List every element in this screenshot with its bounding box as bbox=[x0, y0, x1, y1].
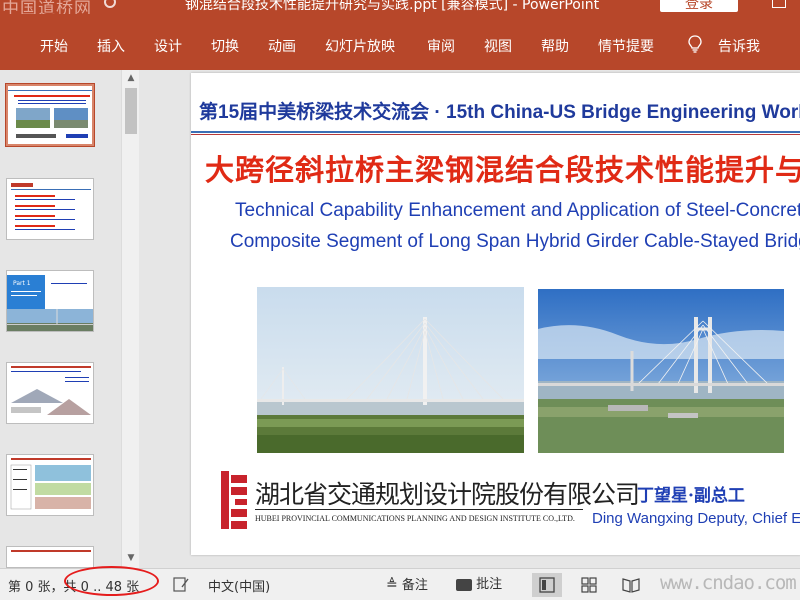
bridge-photo-right bbox=[538, 289, 784, 453]
restore-icon[interactable] bbox=[772, 0, 786, 8]
tab-storyboarding[interactable]: 情节提要 bbox=[598, 36, 654, 56]
slide-canvas[interactable]: 第15届中美桥梁技术交流会 · 15th China-US Bridge Eng… bbox=[191, 73, 800, 555]
bridge-photo-left bbox=[257, 287, 524, 453]
login-button[interactable]: 登录 bbox=[660, 0, 738, 12]
header-rule-red bbox=[191, 134, 800, 135]
company-logo-icon bbox=[221, 471, 247, 529]
reading-view-icon bbox=[622, 578, 640, 593]
notes-label: 备注 bbox=[401, 578, 428, 593]
comment-icon bbox=[456, 578, 472, 591]
tab-home[interactable]: 开始 bbox=[40, 36, 68, 56]
autosave-icon[interactable] bbox=[104, 0, 116, 8]
watermark-url: www.cndao.com bbox=[660, 572, 797, 594]
slide-thumbnail-6[interactable] bbox=[6, 546, 94, 568]
spellcheck-icon[interactable] bbox=[172, 575, 190, 593]
tab-design[interactable]: 设计 bbox=[154, 36, 182, 56]
thumbnails-scrollbar[interactable]: ▲ ▼ bbox=[121, 70, 139, 568]
organization-rule bbox=[255, 509, 583, 510]
slide-title-english-line2: Composite Segment of Long Span Hybrid Gi… bbox=[230, 231, 800, 252]
organization-name-english: HUBEI PROVINCIAL COMMUNICATIONS PLANNING… bbox=[255, 514, 575, 523]
organization-name-chinese: 湖北省交通规划设计院股份有限公司 bbox=[255, 480, 640, 509]
slide-thumbnails-pane: Part 1 ▲ ▼ bbox=[0, 70, 143, 568]
scrollbar-thumb[interactable] bbox=[125, 88, 137, 134]
window-title: 钢混结合段技术性能提升研究与实践.ppt [兼容模式] - PowerPoint bbox=[185, 0, 600, 13]
slide-thumbnail-4[interactable] bbox=[6, 362, 94, 424]
tab-insert[interactable]: 插入 bbox=[97, 36, 125, 56]
slide-thumbnail-5[interactable] bbox=[6, 454, 94, 516]
slide-header-text: 第15届中美桥梁技术交流会 · 15th China-US Bridge Eng… bbox=[199, 102, 800, 123]
tab-view[interactable]: 视图 bbox=[484, 36, 512, 56]
comments-label: 批注 bbox=[476, 577, 503, 592]
ribbon-tabs: 开始 插入 设计 切换 动画 幻灯片放映 审阅 视图 帮助 情节提要 告诉我 bbox=[0, 14, 800, 70]
author-name-english: Ding Wangxing Deputy, Chief Engineer bbox=[592, 510, 800, 527]
tab-transitions[interactable]: 切换 bbox=[211, 36, 239, 56]
notes-button[interactable]: ≜ 备注 bbox=[386, 573, 428, 597]
slide-thumbnail-2[interactable] bbox=[6, 178, 94, 240]
language-indicator[interactable]: 中文(中国) bbox=[208, 576, 270, 595]
slide-editor: 第15届中美桥梁技术交流会 · 15th China-US Bridge Eng… bbox=[143, 70, 800, 568]
slide-thumbnail-3[interactable]: Part 1 bbox=[6, 270, 94, 332]
svg-text:Part 1: Part 1 bbox=[13, 280, 31, 287]
header-rule bbox=[191, 131, 800, 133]
scroll-up-icon[interactable]: ▲ bbox=[122, 70, 140, 86]
scroll-down-icon[interactable]: ▼ bbox=[122, 550, 140, 566]
title-bar: 中国道桥网 钢混结合段技术性能提升研究与实践.ppt [兼容模式] - Powe… bbox=[0, 0, 800, 14]
reading-view-button[interactable] bbox=[616, 573, 646, 597]
watermark-text: 中国道桥网 bbox=[2, 0, 92, 14]
tab-help[interactable]: 帮助 bbox=[541, 36, 569, 56]
tab-animations[interactable]: 动画 bbox=[268, 36, 296, 56]
annotation-ellipse bbox=[64, 566, 159, 596]
lightbulb-icon[interactable] bbox=[688, 35, 702, 53]
notes-icon: ≜ bbox=[386, 577, 398, 593]
slide-thumbnail-1[interactable] bbox=[5, 83, 95, 147]
normal-view-icon bbox=[539, 577, 555, 593]
slide-sorter-icon bbox=[581, 577, 597, 593]
normal-view-button[interactable] bbox=[532, 573, 562, 597]
slide-title-chinese: 大跨径斜拉桥主梁钢混结合段技术性能提升与应用 bbox=[205, 153, 800, 187]
slide-sorter-view-button[interactable] bbox=[574, 573, 604, 597]
slide-title-english-line1: Technical Capability Enhancement and App… bbox=[235, 200, 800, 221]
tab-review[interactable]: 审阅 bbox=[427, 36, 455, 56]
tab-slideshow[interactable]: 幻灯片放映 bbox=[325, 36, 395, 56]
comments-button[interactable]: 批注 bbox=[456, 573, 502, 597]
tell-me-search[interactable]: 告诉我 bbox=[718, 36, 760, 56]
author-name-chinese: 丁望星·副总工 bbox=[637, 486, 745, 506]
